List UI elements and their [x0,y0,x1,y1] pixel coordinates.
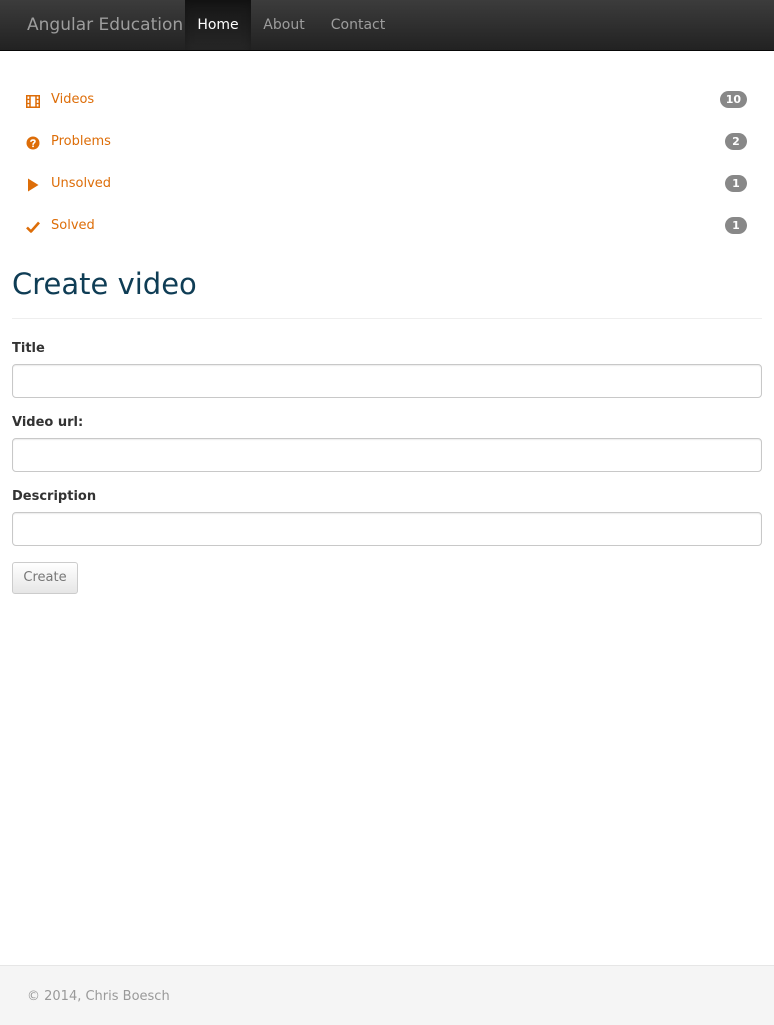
question-circle-icon [26,135,42,150]
footer: © 2014, Chris Boesch [0,965,774,1025]
list-item-problems[interactable]: Problems 2 [12,121,762,163]
divider [12,318,762,319]
list-item-label: Unsolved [51,176,112,191]
count-badge: 2 [725,133,747,150]
video-url-label: Video url: [12,415,84,430]
list-item-unsolved[interactable]: Unsolved 1 [12,163,762,205]
film-icon [26,93,42,108]
top-navbar: Angular Education Home About Contact [0,0,774,51]
list-item-solved[interactable]: Solved 1 [12,205,762,247]
nav-about[interactable]: About [251,0,317,50]
count-badge: 10 [719,91,747,108]
list-item-videos[interactable]: Videos 10 [12,79,762,121]
count-badge: 1 [725,217,747,234]
title-label: Title [12,341,45,356]
nav-home[interactable]: Home [185,0,251,50]
list-item-label: Solved [51,218,95,233]
title-input[interactable] [12,364,762,398]
page-title: Create video [12,267,197,301]
category-list: Videos 10 Problems 2 Unsolved 1 Solved 1 [12,79,762,247]
footer-copyright: © 2014, Chris Boesch [27,989,170,1004]
video-url-input[interactable] [12,438,762,472]
play-icon [26,177,42,192]
description-label: Description [12,489,97,504]
description-input[interactable] [12,512,762,546]
list-item-label: Problems [51,134,111,149]
check-icon [26,219,42,233]
nav-contact[interactable]: Contact [317,0,399,50]
create-button[interactable]: Create [12,562,78,594]
count-badge: 1 [725,175,747,192]
list-item-label: Videos [51,92,95,107]
brand-link[interactable]: Angular Education [27,14,183,36]
